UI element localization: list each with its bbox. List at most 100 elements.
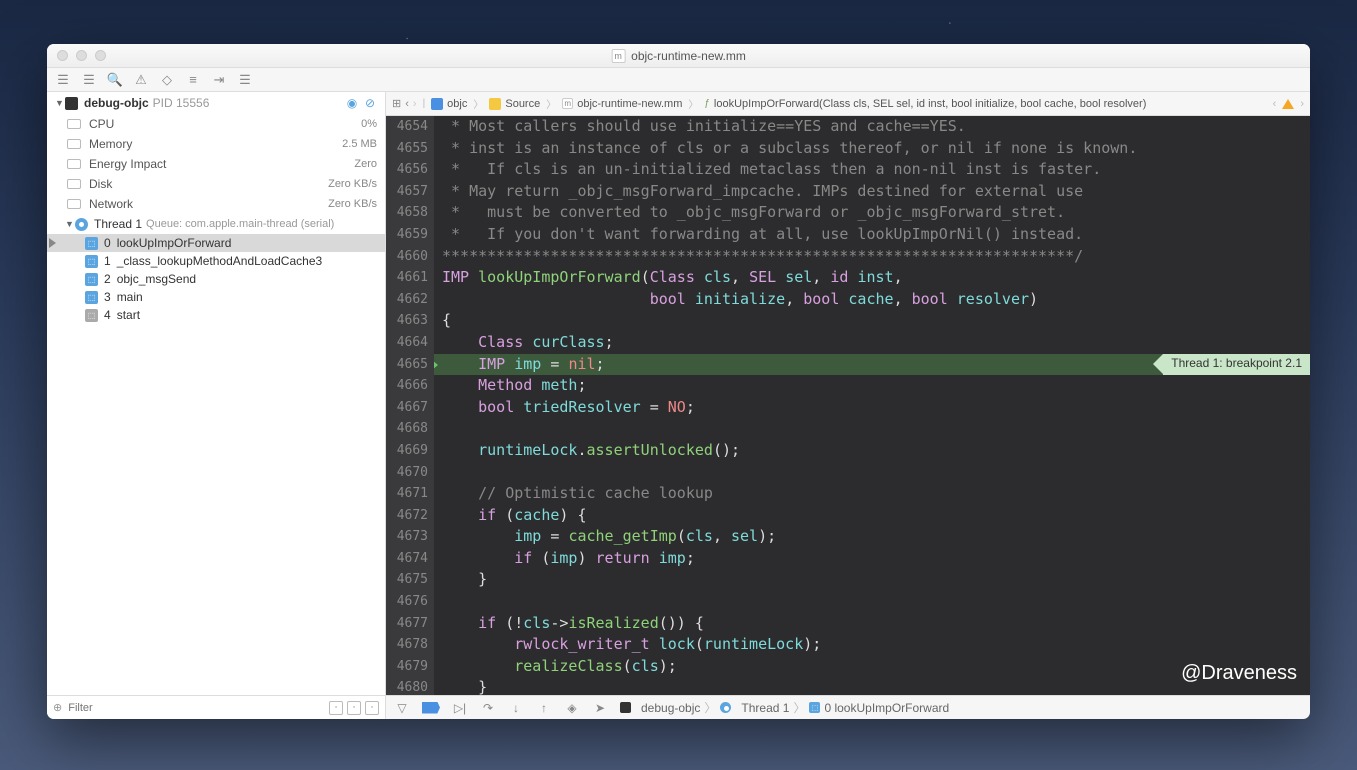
warning-icon[interactable]: ⚠: [133, 72, 149, 88]
gauge-energy[interactable]: Energy Impact Zero: [47, 154, 385, 174]
crumb-symbol[interactable]: ƒ lookUpImpOrForward(Class cls, SEL sel,…: [704, 98, 1146, 110]
forward-icon[interactable]: ›: [413, 98, 417, 110]
gutter-line[interactable]: 4672: [386, 505, 428, 527]
breakpoint-badge[interactable]: Thread 1: breakpoint 2.1: [1163, 354, 1310, 375]
disclosure-icon[interactable]: ▼: [55, 98, 65, 108]
stack-frame[interactable]: ⬚4 start: [47, 306, 385, 324]
gutter-line[interactable]: 4660: [386, 246, 428, 268]
gutter-line[interactable]: 4658: [386, 202, 428, 224]
gauge-memory[interactable]: Memory 2.5 MB: [47, 134, 385, 154]
code-line[interactable]: realizeClass(cls);: [434, 656, 1310, 678]
gauge-disk[interactable]: Disk Zero KB/s: [47, 174, 385, 194]
stack-frame[interactable]: ⬚0 lookUpImpOrForward: [47, 234, 385, 252]
filter-input[interactable]: [68, 702, 323, 714]
stack-frame[interactable]: ⬚2 objc_msgSend: [47, 270, 385, 288]
crumb-folder[interactable]: Source: [489, 98, 540, 110]
code-line[interactable]: * inst is an instance of cls or a subcla…: [434, 138, 1310, 160]
code-line[interactable]: IMP lookUpImpOrForward(Class cls, SEL se…: [434, 267, 1310, 289]
code-line[interactable]: }: [434, 677, 1310, 695]
code-line[interactable]: bool triedResolver = NO;: [434, 397, 1310, 419]
step-over-icon[interactable]: ↷: [480, 700, 496, 716]
code-line[interactable]: * If cls is an un-initialized metaclass …: [434, 159, 1310, 181]
crumb-file[interactable]: m objc-runtime-new.mm: [562, 98, 682, 110]
gauge-network[interactable]: Network Zero KB/s: [47, 194, 385, 214]
filter-opt-3[interactable]: ▫: [365, 701, 379, 715]
gutter-line[interactable]: 4673: [386, 526, 428, 548]
gutter-line[interactable]: 4676: [386, 591, 428, 613]
line-gutter[interactable]: 4654465546564657465846594660466146624663…: [386, 116, 434, 695]
warning-icon[interactable]: [1282, 99, 1294, 109]
code-line[interactable]: * If you don't want forwarding at all, u…: [434, 224, 1310, 246]
code-line[interactable]: imp = cache_getImp(cls, sel);: [434, 526, 1310, 548]
minimize-icon[interactable]: [76, 50, 87, 61]
search-icon[interactable]: 🔍: [107, 72, 123, 88]
report-icon[interactable]: ☰: [237, 72, 253, 88]
gutter-line[interactable]: 4664: [386, 332, 428, 354]
code-line[interactable]: * Most callers should use initialize==YE…: [434, 116, 1310, 138]
spin-icon[interactable]: ◉: [345, 96, 359, 110]
pause-icon[interactable]: ⊘: [363, 96, 377, 110]
code-line[interactable]: Method meth;: [434, 375, 1310, 397]
filter-opt-1[interactable]: ▫: [329, 701, 343, 715]
close-icon[interactable]: [57, 50, 68, 61]
code-line[interactable]: [434, 591, 1310, 613]
zoom-icon[interactable]: [95, 50, 106, 61]
debug-crumbs[interactable]: debug-objc 〉 Thread 1 〉 ⬚ 0 lookUpImpOrF…: [620, 699, 949, 716]
debug-nav-icon[interactable]: ≡: [185, 72, 201, 88]
code-line[interactable]: IMP imp = nil;Thread 1: breakpoint 2.1: [434, 354, 1310, 376]
code-line[interactable]: // Optimistic cache lookup: [434, 483, 1310, 505]
code-line[interactable]: Class curClass;: [434, 332, 1310, 354]
gutter-line[interactable]: 4675: [386, 569, 428, 591]
gutter-line[interactable]: 4680: [386, 677, 428, 695]
crumb-project[interactable]: objc: [431, 98, 467, 110]
gutter-line[interactable]: 4663: [386, 310, 428, 332]
list-icon[interactable]: ☰: [55, 72, 71, 88]
gutter-line[interactable]: 4669: [386, 440, 428, 462]
gutter-line[interactable]: 4677: [386, 613, 428, 635]
code-line[interactable]: if (!cls->isRealized()) {: [434, 613, 1310, 635]
prev-issue-icon[interactable]: ‹: [1273, 98, 1277, 110]
gutter-line[interactable]: 4674: [386, 548, 428, 570]
code-line[interactable]: runtimeLock.assertUnlocked();: [434, 440, 1310, 462]
back-icon[interactable]: ‹: [405, 98, 409, 110]
breakpoints-icon[interactable]: ⇥: [211, 72, 227, 88]
view-debug-icon[interactable]: ◈: [564, 700, 580, 716]
gutter-line[interactable]: 4656: [386, 159, 428, 181]
code-line[interactable]: if (imp) return imp;: [434, 548, 1310, 570]
gutter-line[interactable]: 4678: [386, 634, 428, 656]
gutter-line[interactable]: 4666: [386, 375, 428, 397]
filter-icon[interactable]: ⊕: [53, 701, 62, 714]
code-line[interactable]: rwlock_writer_t lock(runtimeLock);: [434, 634, 1310, 656]
tests-icon[interactable]: ◇: [159, 72, 175, 88]
process-row[interactable]: ▼ debug-objc PID 15556 ◉ ⊘: [47, 92, 385, 114]
gutter-line[interactable]: 4661: [386, 267, 428, 289]
gutter-line[interactable]: 4665: [386, 354, 428, 376]
code-line[interactable]: [434, 418, 1310, 440]
code-line[interactable]: ****************************************…: [434, 246, 1310, 268]
gutter-line[interactable]: 4654: [386, 116, 428, 138]
code-line[interactable]: [434, 462, 1310, 484]
gutter-line[interactable]: 4670: [386, 462, 428, 484]
filter-opt-2[interactable]: ▫: [347, 701, 361, 715]
code-content[interactable]: * Most callers should use initialize==YE…: [434, 116, 1310, 695]
code-line[interactable]: }: [434, 569, 1310, 591]
gutter-line[interactable]: 4668: [386, 418, 428, 440]
step-out-icon[interactable]: ↑: [536, 700, 552, 716]
code-line[interactable]: * May return _objc_msgForward_impcache. …: [434, 181, 1310, 203]
gutter-line[interactable]: 4679: [386, 656, 428, 678]
code-line[interactable]: * must be converted to _objc_msgForward …: [434, 202, 1310, 224]
gutter-line[interactable]: 4667: [386, 397, 428, 419]
gutter-line[interactable]: 4671: [386, 483, 428, 505]
stack-frame[interactable]: ⬚3 main: [47, 288, 385, 306]
continue-icon[interactable]: ▷|: [452, 700, 468, 716]
thread-row[interactable]: ▼ Thread 1 Queue: com.apple.main-thread …: [47, 214, 385, 234]
gutter-line[interactable]: 4655: [386, 138, 428, 160]
code-line[interactable]: {: [434, 310, 1310, 332]
code-line[interactable]: bool initialize, bool cache, bool resolv…: [434, 289, 1310, 311]
step-into-icon[interactable]: ↓: [508, 700, 524, 716]
disclosure-icon[interactable]: ▼: [65, 219, 75, 229]
breakpoint-toggle-icon[interactable]: [422, 702, 440, 714]
code-line[interactable]: if (cache) {: [434, 505, 1310, 527]
code-editor[interactable]: 4654465546564657465846594660466146624663…: [386, 116, 1310, 695]
gutter-line[interactable]: 4659: [386, 224, 428, 246]
